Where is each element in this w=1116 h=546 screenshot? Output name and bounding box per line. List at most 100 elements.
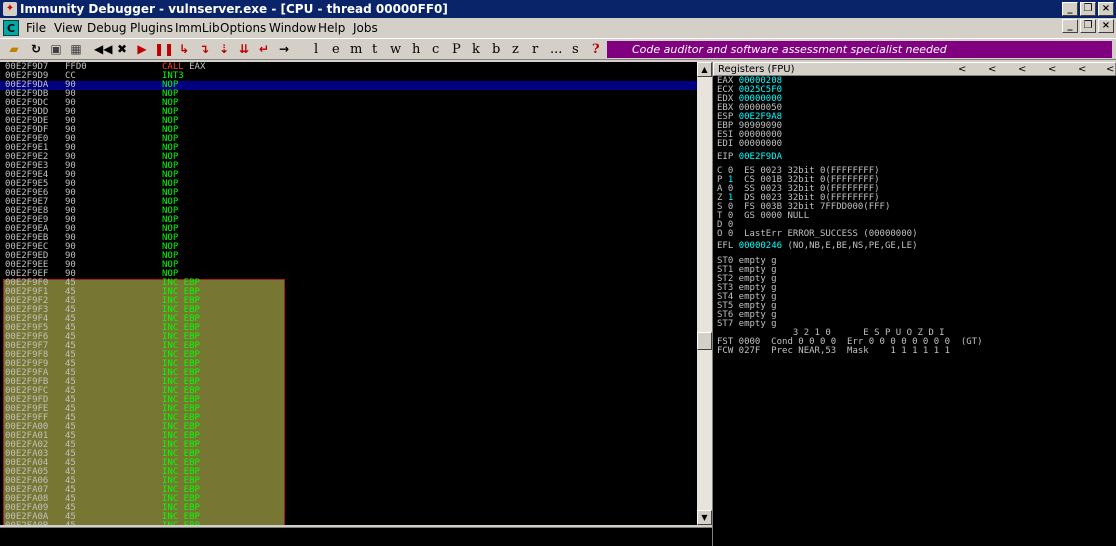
run-icon[interactable]: ▶ [134,41,150,57]
pause-icon[interactable]: ❚❚ [154,41,174,57]
menu-window[interactable]: Window [269,21,316,35]
open-icon[interactable]: ▰ [6,41,22,57]
disasm-row[interactable]: 00E2F9F9 45 INC EBP [0,360,697,369]
flag-line[interactable]: O 0 LastErr ERROR_SUCCESS (00000000) [717,230,917,239]
rewind-icon[interactable]: ◀◀ [94,41,112,57]
disasm-row[interactable]: 00E2F9FB 45 INC EBP [0,378,697,387]
prev-arrow-4[interactable]: < [1048,63,1056,77]
register-edi[interactable]: EDI 00000000 [717,140,782,149]
disasm-row[interactable]: 00E2F9FA 45 INC EBP [0,369,697,378]
disasm-row[interactable]: 00E2F9E2 90 NOP [0,153,697,162]
prev-arrow-1[interactable]: < [958,63,966,77]
step-into-icon[interactable]: ↳ [176,41,192,57]
promo-banner[interactable]: Code auditor and software assessment spe… [607,41,1112,58]
disasm-row[interactable]: 00E2F9DB 90 NOP [0,90,697,99]
disasm-row[interactable]: 00E2F9E0 90 NOP [0,135,697,144]
disasm-row[interactable]: 00E2F9DE 90 NOP [0,117,697,126]
disasm-row[interactable]: 00E2F9DA 90 NOP [0,81,697,90]
disasm-row[interactable]: 00E2F9E9 90 NOP [0,216,697,225]
disasm-row[interactable]: 00E2F9FF 45 INC EBP [0,414,697,423]
prev-arrow-6[interactable]: < [1106,63,1114,77]
disasm-row[interactable]: 00E2F9EF 90 NOP [0,270,697,279]
help-icon[interactable]: ? [592,42,600,57]
disasm-row[interactable]: 00E2F9E7 90 NOP [0,198,697,207]
disasm-row[interactable]: 00E2FA08 45 INC EBP [0,495,697,504]
restore-button[interactable]: ❐ [1080,2,1096,16]
disasm-row[interactable]: 00E2FA0A 45 INC EBP [0,513,697,522]
disasm-row[interactable]: 00E2F9E6 90 NOP [0,189,697,198]
disasm-row[interactable]: 00E2F9ED 90 NOP [0,252,697,261]
disasm-row[interactable]: 00E2F9E4 90 NOP [0,171,697,180]
disasm-row[interactable]: 00E2FA09 45 INC EBP [0,504,697,513]
disasm-row[interactable]: 00E2F9F7 45 INC EBP [0,342,697,351]
menu-view[interactable]: View [54,21,82,35]
tool-m[interactable]: m [350,42,362,57]
disasm-row[interactable]: 00E2FA03 45 INC EBP [0,450,697,459]
menu-plugins[interactable]: Plugins [130,21,173,35]
disasm-row[interactable]: 00E2F9DF 90 NOP [0,126,697,135]
disasm-row[interactable]: 00E2F9FD 45 INC EBP [0,396,697,405]
stop-icon[interactable]: ✖ [114,41,130,57]
register-efl[interactable]: EFL 00000246 (NO,NB,E,BE,NS,PE,GE,LE) [717,242,918,251]
disasm-row[interactable]: 00E2F9E1 90 NOP [0,144,697,153]
disasm-row[interactable]: 00E2F9EB 90 NOP [0,234,697,243]
disasm-row[interactable]: 00E2F9F6 45 INC EBP [0,333,697,342]
menu-immlib[interactable]: ImmLib [175,21,220,35]
mdi-close-button[interactable]: × [1098,19,1114,33]
menu-jobs[interactable]: Jobs [353,21,378,35]
menu-options[interactable]: Options [220,21,266,35]
tool-e[interactable]: e [332,42,340,57]
disasm-row[interactable]: 00E2FA00 45 INC EBP [0,423,697,432]
register-eip[interactable]: EIP 00E2F9DA [717,153,782,162]
tool-ellipsis[interactable]: ... [550,42,562,57]
dump-pane[interactable] [0,525,712,546]
tool-p[interactable]: P [452,42,461,57]
disasm-row[interactable]: 00E2F9EE 90 NOP [0,261,697,270]
disasm-row[interactable]: 00E2F9DD 90 NOP [0,108,697,117]
disasm-row[interactable]: 00E2FA02 45 INC EBP [0,441,697,450]
tool-w[interactable]: w [390,42,401,57]
mdi-restore-button[interactable]: ❐ [1080,19,1096,33]
tool-k[interactable]: k [472,42,480,57]
menu-debug[interactable]: Debug [87,21,126,35]
scroll-down-button[interactable]: ▼ [697,510,712,525]
goto-icon[interactable]: → [276,41,292,57]
tool-b[interactable]: b [492,42,500,57]
close-button[interactable]: × [1098,2,1114,16]
execute-till-return-icon[interactable]: ↵ [256,41,272,57]
disasm-row[interactable]: 00E2FA05 45 INC EBP [0,468,697,477]
disasm-row[interactable]: 00E2F9EC 90 NOP [0,243,697,252]
disasm-row[interactable]: 00E2F9F5 45 INC EBP [0,324,697,333]
disasm-row[interactable]: 00E2F9E8 90 NOP [0,207,697,216]
attach-icon[interactable]: ▦ [68,41,84,57]
disasm-row[interactable]: 00E2F9EA 90 NOP [0,225,697,234]
disasm-row[interactable]: 00E2F9F3 45 INC EBP [0,306,697,315]
menu-help[interactable]: Help [318,21,345,35]
tool-c[interactable]: c [432,42,439,57]
disasm-row[interactable]: 00E2F9F1 45 INC EBP [0,288,697,297]
disasm-row[interactable]: 00E2F9D9 CC INT3 [0,72,697,81]
tool-z[interactable]: z [512,42,519,57]
disasm-row[interactable]: 00E2F9DC 90 NOP [0,99,697,108]
disasm-row[interactable]: 00E2F9F8 45 INC EBP [0,351,697,360]
disasm-row[interactable]: 00E2F9F2 45 INC EBP [0,297,697,306]
disasm-row[interactable]: 00E2FA01 45 INC EBP [0,432,697,441]
disasm-row[interactable]: 00E2F9FE 45 INC EBP [0,405,697,414]
disasm-row[interactable]: 00E2FA07 45 INC EBP [0,486,697,495]
scroll-up-button[interactable]: ▲ [697,62,712,77]
scroll-thumb[interactable] [697,332,712,350]
minimize-button[interactable]: _ [1062,2,1078,16]
prev-arrow-5[interactable]: < [1078,63,1086,77]
disasm-row[interactable]: 00E2F9F4 45 INC EBP [0,315,697,324]
restart-icon[interactable]: ↻ [28,41,44,57]
trace-into-icon[interactable]: ⇣ [216,41,232,57]
tool-l[interactable]: l [314,42,318,57]
disasm-row[interactable]: 00E2F9E3 90 NOP [0,162,697,171]
fpu-control-word[interactable]: FCW 027F Prec NEAR,53 Mask 1 1 1 1 1 1 [717,347,950,356]
monitor-icon[interactable]: ▣ [48,41,64,57]
trace-over-icon[interactable]: ⇊ [236,41,252,57]
disasm-row[interactable]: 00E2FA04 45 INC EBP [0,459,697,468]
prev-arrow-2[interactable]: < [988,63,996,77]
step-over-icon[interactable]: ↴ [196,41,212,57]
disasm-row[interactable]: 00E2F9D7 FFD0 CALL EAX [0,63,697,72]
